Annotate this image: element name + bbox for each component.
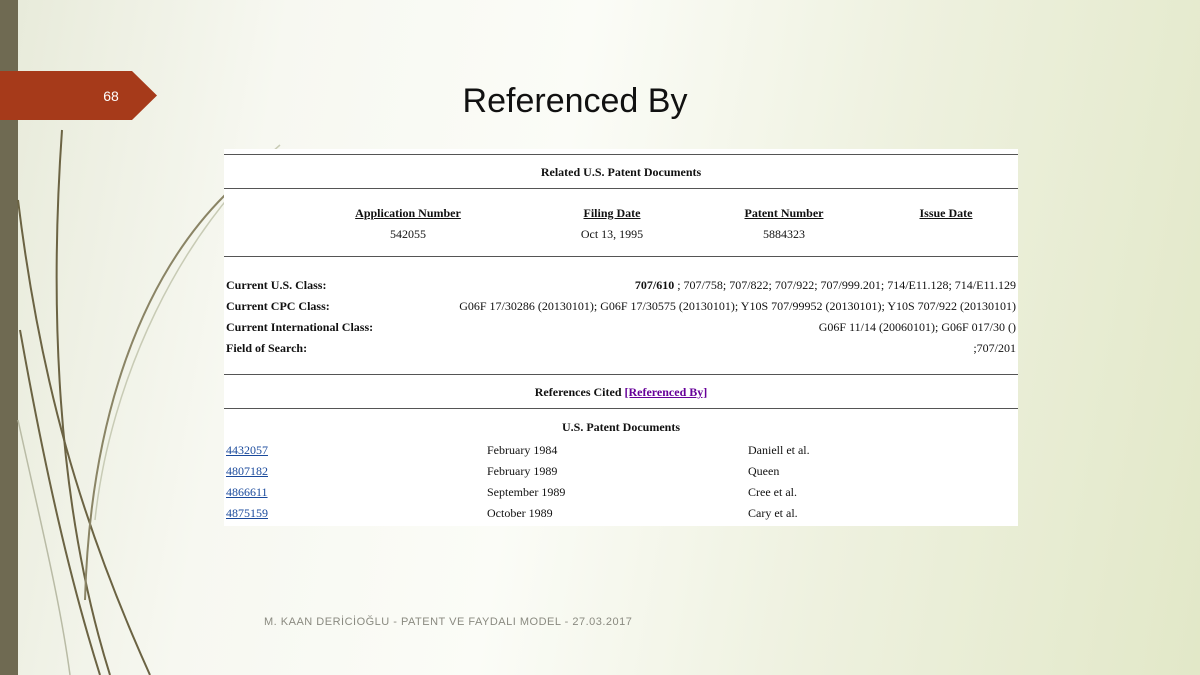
col-patent-number: Patent Number (744, 206, 824, 220)
patent-inventor: Queen (748, 464, 780, 478)
referenced-by-link[interactable]: [Referenced By] (625, 385, 708, 399)
patent-date: September 1989 (487, 485, 566, 499)
patent-link[interactable]: 4875159 (226, 506, 268, 521)
patent-screenshot: Related U.S. Patent Documents Applicatio… (224, 149, 1018, 526)
us-class-label: Current U.S. Class: (226, 278, 327, 292)
patent-date: October 1989 (487, 506, 553, 520)
application-number-value: 542055 (390, 227, 426, 241)
slide-number-tab (0, 71, 157, 120)
patent-inventor: Cary et al. (748, 506, 798, 520)
col-issue-date: Issue Date (919, 206, 973, 220)
divider (224, 374, 1018, 375)
related-docs-heading: Related U.S. Patent Documents (540, 165, 702, 179)
references-cited-heading: References Cited [Referenced By] (534, 385, 708, 399)
slide-footer: M. KAAN DERİCİOĞLU - PATENT VE FAYDALI M… (264, 616, 633, 628)
divider (224, 256, 1018, 257)
divider (224, 154, 1018, 155)
cpc-class-value: G06F 17/30286 (20130101); G06F 17/30575 … (459, 299, 1016, 313)
us-patent-docs-heading: U.S. Patent Documents (562, 420, 680, 434)
slide-title: Referenced By (462, 82, 688, 120)
patent-date: February 1984 (487, 443, 558, 457)
us-class-value: 707/610 ; 707/758; 707/822; 707/922; 707… (634, 278, 1016, 292)
col-filing-date: Filing Date (583, 206, 641, 220)
divider (224, 188, 1018, 189)
field-of-search-value: ;707/201 (973, 341, 1016, 355)
patent-link[interactable]: 4432057 (226, 443, 268, 458)
cpc-class-label: Current CPC Class: (226, 299, 330, 313)
field-of-search-label: Field of Search: (226, 341, 308, 355)
divider (224, 408, 1018, 409)
patent-date: February 1989 (487, 464, 558, 478)
intl-class-value: G06F 11/14 (20060101); G06F 017/30 () (818, 320, 1016, 334)
patent-inventor: Cree et al. (748, 485, 797, 499)
patent-link[interactable]: 4807182 (226, 464, 268, 479)
patent-inventor: Daniell et al. (748, 443, 810, 457)
patent-link[interactable]: 4866611 (226, 485, 268, 500)
filing-date-value: Oct 13, 1995 (580, 227, 644, 241)
slide-number: 68 (103, 88, 119, 104)
col-application-number: Application Number (355, 206, 461, 220)
patent-number-value: 5884323 (763, 227, 805, 241)
intl-class-label: Current International Class: (226, 320, 374, 334)
